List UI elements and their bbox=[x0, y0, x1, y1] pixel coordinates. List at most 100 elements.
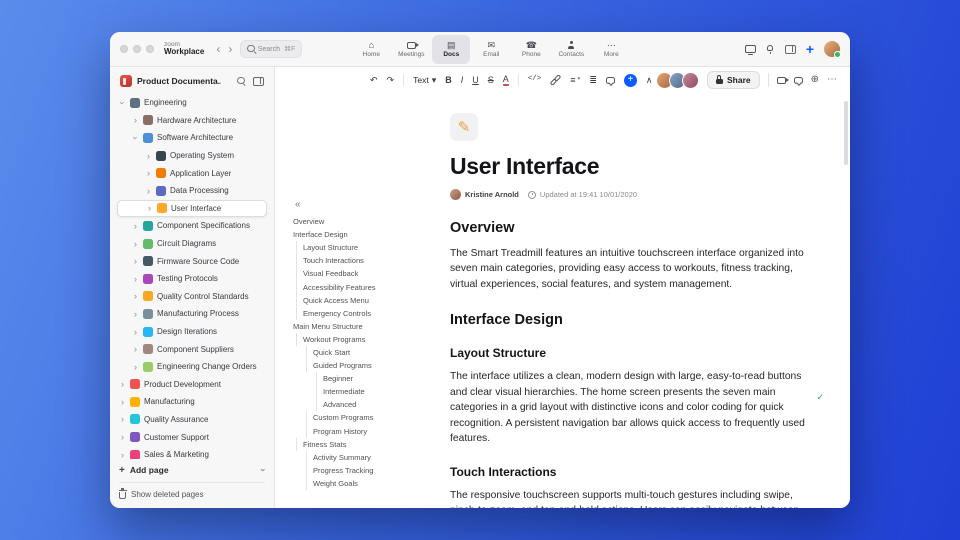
sidebar-item-manufacturing-process[interactable]: › Manufacturing Process bbox=[117, 305, 267, 323]
collaborator-avatars[interactable] bbox=[655, 71, 699, 89]
chevron-right-icon[interactable]: › bbox=[132, 239, 139, 249]
strikethrough-button[interactable]: S bbox=[488, 75, 494, 85]
outline-item-intermediate[interactable]: Intermediate bbox=[316, 385, 441, 399]
chevron-right-icon[interactable]: › bbox=[119, 432, 126, 442]
share-button[interactable]: Share bbox=[706, 71, 760, 89]
tab-phone[interactable]: ☎ Phone bbox=[512, 35, 550, 64]
minimize-button[interactable] bbox=[133, 45, 141, 53]
outline-item-touch-interactions[interactable]: Touch Interactions bbox=[296, 254, 441, 268]
chevron-right-icon[interactable]: › bbox=[119, 379, 126, 389]
chevron-right-icon[interactable]: › bbox=[132, 274, 139, 284]
outline-item-overview[interactable]: Overview bbox=[289, 215, 441, 228]
layout-toggle-icon[interactable] bbox=[784, 44, 796, 54]
chevron-right-icon[interactable]: › bbox=[132, 256, 139, 266]
chevron-right-icon[interactable]: › bbox=[132, 291, 139, 301]
resolved-check-icon[interactable]: ✓ bbox=[816, 391, 824, 405]
outline-item-workout-programs[interactable]: Workout Programs bbox=[296, 332, 441, 346]
outline-item-progress-tracking[interactable]: Progress Tracking bbox=[306, 463, 441, 477]
outline-item-fitness-stats[interactable]: Fitness Stats bbox=[296, 437, 441, 451]
tab-more[interactable]: ⋯ More bbox=[592, 35, 630, 64]
outline-item-custom-programs[interactable]: Custom Programs bbox=[306, 411, 441, 425]
chevron-right-icon[interactable]: › bbox=[132, 344, 139, 354]
outline-item-layout-structure[interactable]: Layout Structure bbox=[296, 241, 441, 255]
sidebar-item-customer-support[interactable]: › Customer Support bbox=[117, 428, 267, 446]
paragraph-format-button[interactable]: ≣ bbox=[589, 75, 597, 85]
chevron-right-icon[interactable]: › bbox=[145, 168, 152, 178]
chevron-right-icon[interactable]: › bbox=[132, 309, 139, 319]
sidebar-item-component-suppliers[interactable]: › Component Suppliers bbox=[117, 340, 267, 358]
outline-item-guided-programs[interactable]: Guided Programs bbox=[306, 359, 441, 373]
back-button[interactable]: ‹ bbox=[216, 42, 220, 56]
doc-emoji-icon[interactable]: ✎ bbox=[450, 113, 478, 141]
sidebar-item-quality-assurance[interactable]: › Quality Assurance bbox=[117, 411, 267, 429]
close-button[interactable] bbox=[120, 45, 128, 53]
sidebar-item-firmware-source-code[interactable]: › Firmware Source Code bbox=[117, 252, 267, 270]
tab-email[interactable]: ✉ Email bbox=[472, 35, 510, 64]
insert-button[interactable]: + bbox=[623, 73, 637, 87]
outline-item-main-menu-structure[interactable]: Main Menu Structure bbox=[289, 320, 441, 333]
sidebar-search-icon[interactable] bbox=[237, 76, 246, 86]
show-deleted-pages-button[interactable]: Show deleted pages bbox=[118, 486, 265, 503]
sidebar-item-product-development[interactable]: › Product Development bbox=[117, 376, 267, 394]
sidebar-item-manufacturing[interactable]: › Manufacturing bbox=[117, 393, 267, 411]
link-button[interactable] bbox=[550, 75, 561, 85]
more-options-icon[interactable]: ⋯ bbox=[827, 75, 838, 85]
sidebar-item-design-iterations[interactable]: › Design Iterations bbox=[117, 323, 267, 341]
outline-item-interface-design[interactable]: Interface Design bbox=[289, 228, 441, 241]
collapse-toolbar-button[interactable]: ∧ bbox=[646, 75, 653, 85]
chevron-right-icon[interactable]: › bbox=[132, 221, 139, 231]
tab-contacts[interactable]: Contacts bbox=[552, 35, 590, 64]
chevron-right-icon[interactable]: › bbox=[145, 186, 152, 196]
text-style-dropdown[interactable]: Text ▾ bbox=[413, 75, 436, 85]
sidebar-item-engineering[interactable]: › Engineering bbox=[117, 94, 267, 112]
sidebar-item-user-interface[interactable]: › User Interface bbox=[117, 199, 267, 218]
chevron-right-icon[interactable]: › bbox=[132, 327, 139, 337]
chevron-down-icon[interactable]: › bbox=[118, 99, 128, 106]
sidebar-item-software-architecture[interactable]: › Software Architecture bbox=[117, 129, 267, 147]
sidebar-item-circuit-diagrams[interactable]: › Circuit Diagrams bbox=[117, 235, 267, 253]
outline-item-activity-summary[interactable]: Activity Summary bbox=[306, 450, 441, 464]
outline-item-quick-access-menu[interactable]: Quick Access Menu bbox=[296, 293, 441, 307]
maximize-button[interactable] bbox=[146, 45, 154, 53]
font-color-button[interactable]: A bbox=[502, 74, 509, 86]
outline-item-advanced[interactable]: Advanced bbox=[316, 398, 441, 412]
outline-item-weight-goals[interactable]: Weight Goals bbox=[306, 476, 441, 490]
sidebar-item-quality-control-standards[interactable]: › Quality Control Standards bbox=[117, 288, 267, 306]
tab-docs[interactable]: ▤ Docs bbox=[432, 34, 471, 64]
chat-icon[interactable] bbox=[793, 76, 803, 84]
chevron-right-icon[interactable]: › bbox=[119, 414, 126, 424]
bulleted-list-button[interactable]: ≡ ▾ bbox=[570, 75, 580, 85]
sidebar-item-testing-protocols[interactable]: › Testing Protocols bbox=[117, 270, 267, 288]
sidebar-collapse-icon[interactable] bbox=[253, 76, 264, 86]
outline-collapse-button[interactable]: « bbox=[295, 199, 301, 210]
undo-button[interactable]: ↶ bbox=[370, 75, 378, 85]
redo-button[interactable]: ↷ bbox=[387, 75, 395, 85]
code-button[interactable]: </> bbox=[528, 76, 542, 84]
sidebar-item-sales-marketing[interactable]: › Sales & Marketing bbox=[117, 446, 267, 459]
outline-item-accessibility-features[interactable]: Accessibility Features bbox=[296, 280, 441, 294]
chevron-down-icon[interactable]: › bbox=[259, 469, 269, 472]
chevron-right-icon[interactable]: › bbox=[132, 115, 139, 125]
chevron-right-icon[interactable]: › bbox=[119, 397, 126, 407]
outline-item-emergency-controls[interactable]: Emergency Controls bbox=[296, 306, 441, 320]
chevron-right-icon[interactable]: › bbox=[145, 151, 152, 161]
scrollbar[interactable] bbox=[844, 101, 848, 165]
forward-button[interactable]: › bbox=[228, 42, 232, 56]
chevron-right-icon[interactable]: › bbox=[119, 450, 126, 459]
underline-button[interactable]: U bbox=[472, 75, 479, 85]
sidebar-item-operating-system[interactable]: › Operating System bbox=[117, 147, 267, 165]
chevron-right-icon[interactable]: › bbox=[146, 203, 153, 213]
sidebar-item-engineering-change-orders[interactable]: › Engineering Change Orders bbox=[117, 358, 267, 376]
italic-button[interactable]: I bbox=[461, 75, 464, 85]
video-icon[interactable] bbox=[776, 76, 789, 84]
sidebar-item-application-layer[interactable]: › Application Layer bbox=[117, 164, 267, 182]
tab-meetings[interactable]: Meetings bbox=[392, 35, 430, 64]
sidebar-item-component-specifications[interactable]: › Component Specifications bbox=[117, 217, 267, 235]
comment-button[interactable] bbox=[605, 76, 615, 84]
sidebar-item-data-processing[interactable]: › Data Processing bbox=[117, 182, 267, 200]
outline-item-program-history[interactable]: Program History bbox=[306, 424, 441, 438]
user-avatar[interactable] bbox=[824, 41, 841, 58]
outline-item-quick-start[interactable]: Quick Start bbox=[306, 345, 441, 360]
chevron-down-icon[interactable]: › bbox=[131, 134, 141, 141]
add-page-button[interactable]: + Add page › bbox=[119, 461, 269, 479]
